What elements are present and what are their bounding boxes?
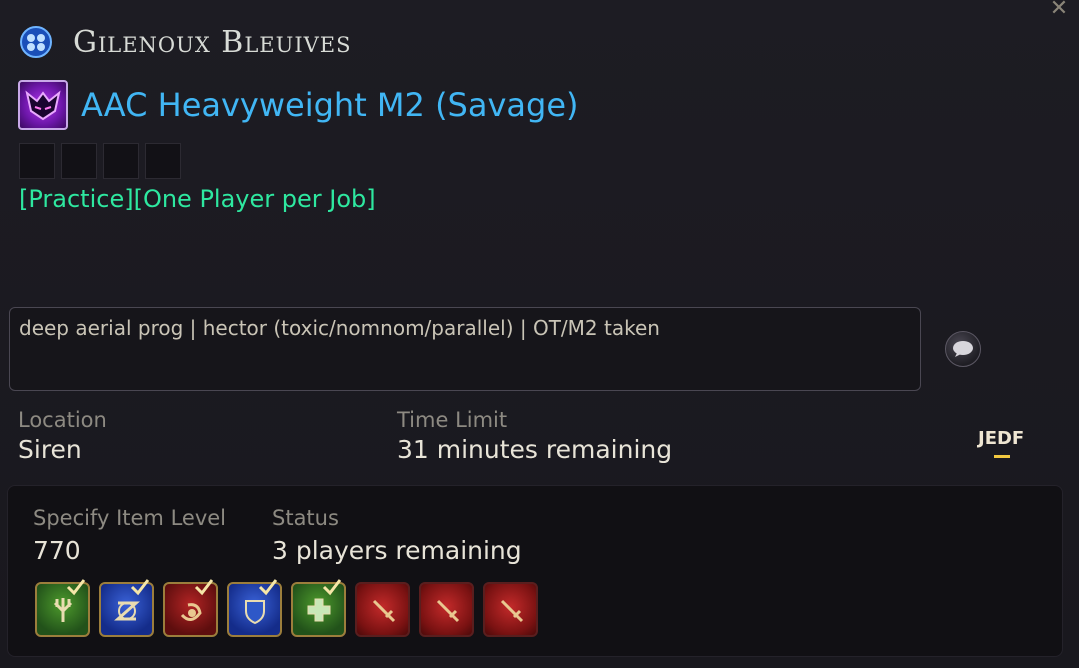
party-header: Gilenoux Bleuives	[18, 22, 352, 62]
ninja-job-icon	[163, 579, 218, 637]
dragoon-job-icon	[35, 579, 90, 637]
savage-raid-icon	[18, 80, 68, 130]
dps-job-icon	[483, 582, 538, 637]
item-level-label: Specify Item Level	[33, 506, 226, 530]
empty-slot	[103, 143, 139, 179]
duty-name: AAC Heavyweight M2 (Savage)	[81, 86, 579, 124]
location-value: Siren	[18, 435, 82, 464]
empty-slot	[145, 143, 181, 179]
time-limit-value: 31 minutes remaining	[397, 435, 673, 464]
party-comment: deep aerial prog | hector (toxic/nomnom/…	[19, 316, 660, 340]
status-label: Status	[272, 506, 339, 530]
dps-job-icon	[355, 582, 410, 637]
requirement-slots	[19, 143, 181, 179]
party-job-slots	[35, 579, 538, 637]
location-label: Location	[18, 408, 107, 432]
status-value: 3 players remaining	[272, 536, 522, 565]
party-finder-detail-window: ✕ Gilenoux Bleuives AAC Heavyweight M2 (…	[0, 0, 1079, 668]
astrologian-job-icon	[99, 579, 154, 637]
empty-slot	[61, 143, 97, 179]
language-badge: JEDF	[978, 428, 1025, 449]
empty-slot	[19, 143, 55, 179]
paladin-job-icon	[227, 579, 282, 637]
duty-row: AAC Heavyweight M2 (Savage)	[18, 78, 579, 132]
close-icon[interactable]: ✕	[1043, 0, 1075, 20]
time-limit-label: Time Limit	[397, 408, 508, 432]
party-tags: [Practice][One Player per Job]	[19, 185, 376, 213]
world-cluster-icon	[18, 24, 54, 60]
party-leader-name: Gilenoux Bleuives	[73, 24, 352, 60]
healer-job-icon	[291, 579, 346, 637]
chat-bubble-icon[interactable]	[945, 331, 981, 367]
party-comment-box: deep aerial prog | hector (toxic/nomnom/…	[9, 307, 921, 391]
language-indicator	[994, 455, 1010, 458]
dps-job-icon	[419, 582, 474, 637]
item-level-value: 770	[33, 536, 81, 565]
